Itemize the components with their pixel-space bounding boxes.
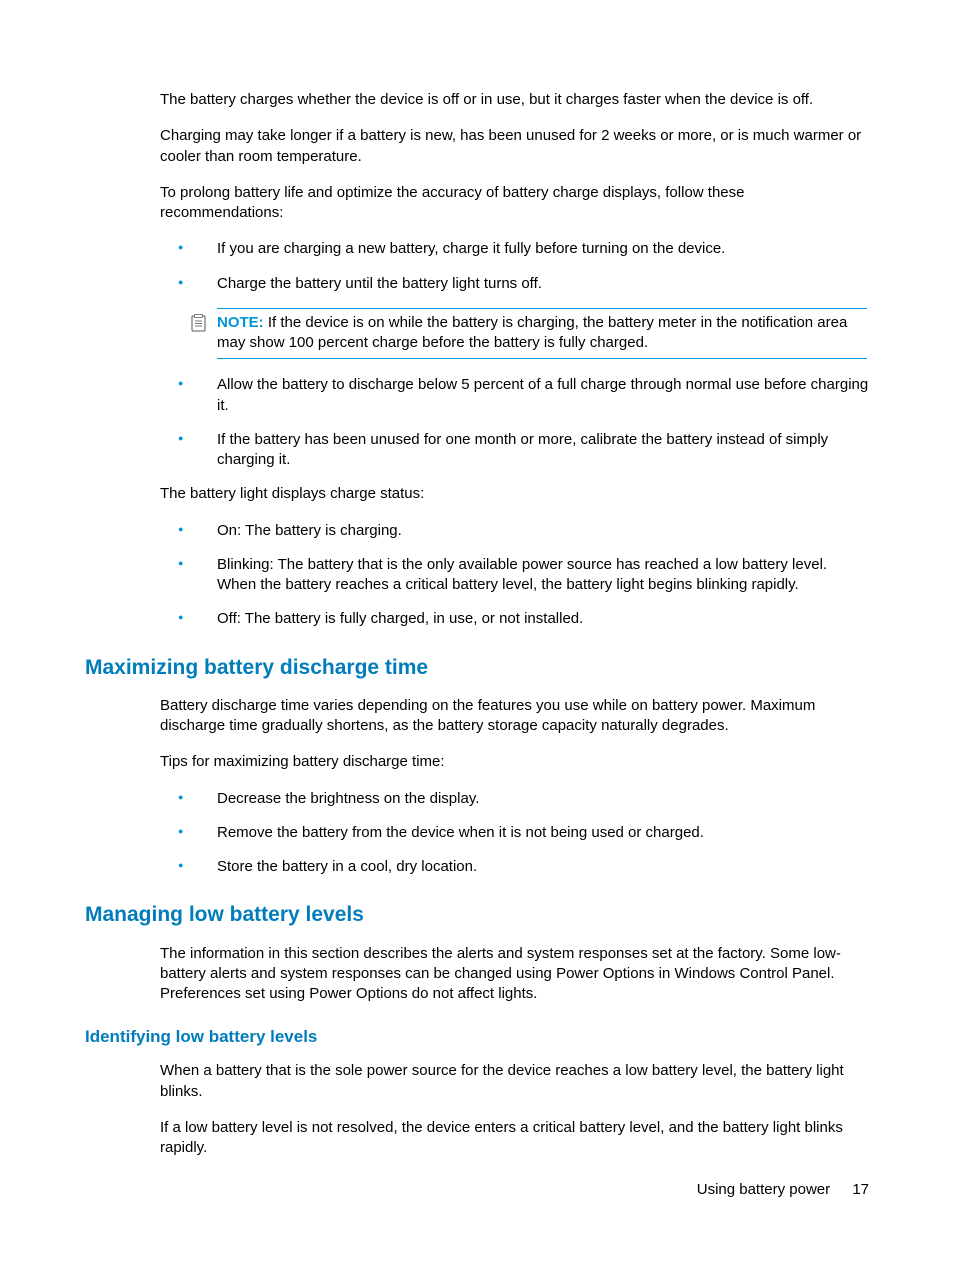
- list-item: On: The battery is charging.: [160, 521, 869, 541]
- list-item: Allow the battery to discharge below 5 p…: [160, 375, 869, 416]
- low-paragraph-1: The information in this section describe…: [160, 944, 869, 1005]
- footer-section-title: Using battery power: [697, 1181, 830, 1198]
- page-footer: Using battery power 17: [697, 1180, 869, 1200]
- list-item: Blinking: The battery that is the only a…: [160, 555, 869, 596]
- note-icon: [190, 314, 208, 332]
- heading-maximizing: Maximizing battery discharge time: [85, 654, 869, 682]
- list-item: Store the battery in a cool, dry locatio…: [160, 857, 869, 877]
- list-item: Remove the battery from the device when …: [160, 823, 869, 843]
- list-item: Charge the battery until the battery lig…: [160, 274, 869, 294]
- note-callout: NOTE: If the device is on while the batt…: [217, 308, 867, 360]
- intro-paragraph-3: To prolong battery life and optimize the…: [160, 183, 869, 224]
- low-paragraph-2: When a battery that is the sole power so…: [160, 1061, 869, 1102]
- recommendations-list-1: If you are charging a new battery, charg…: [160, 239, 869, 294]
- list-item: If the battery has been unused for one m…: [160, 430, 869, 471]
- max-paragraph-1: Battery discharge time varies depending …: [160, 696, 869, 737]
- status-list: On: The battery is charging. Blinking: T…: [160, 521, 869, 630]
- page-content: The battery charges whether the device i…: [0, 0, 954, 1158]
- note-label: NOTE:: [217, 314, 264, 331]
- list-item: Decrease the brightness on the display.: [160, 789, 869, 809]
- status-intro: The battery light displays charge status…: [160, 484, 869, 504]
- max-tips-list: Decrease the brightness on the display. …: [160, 789, 869, 878]
- heading-managing-low: Managing low battery levels: [85, 901, 869, 929]
- intro-paragraph-1: The battery charges whether the device i…: [160, 90, 869, 110]
- recommendations-list-2: Allow the battery to discharge below 5 p…: [160, 375, 869, 470]
- low-paragraph-3: If a low battery level is not resolved, …: [160, 1118, 869, 1159]
- note-text: If the device is on while the battery is…: [217, 314, 847, 351]
- max-paragraph-2: Tips for maximizing battery discharge ti…: [160, 752, 869, 772]
- list-item: If you are charging a new battery, charg…: [160, 239, 869, 259]
- intro-paragraph-2: Charging may take longer if a battery is…: [160, 126, 869, 167]
- list-item: Off: The battery is fully charged, in us…: [160, 609, 869, 629]
- subheading-identifying: Identifying low battery levels: [85, 1026, 869, 1049]
- footer-page-number: 17: [852, 1181, 869, 1198]
